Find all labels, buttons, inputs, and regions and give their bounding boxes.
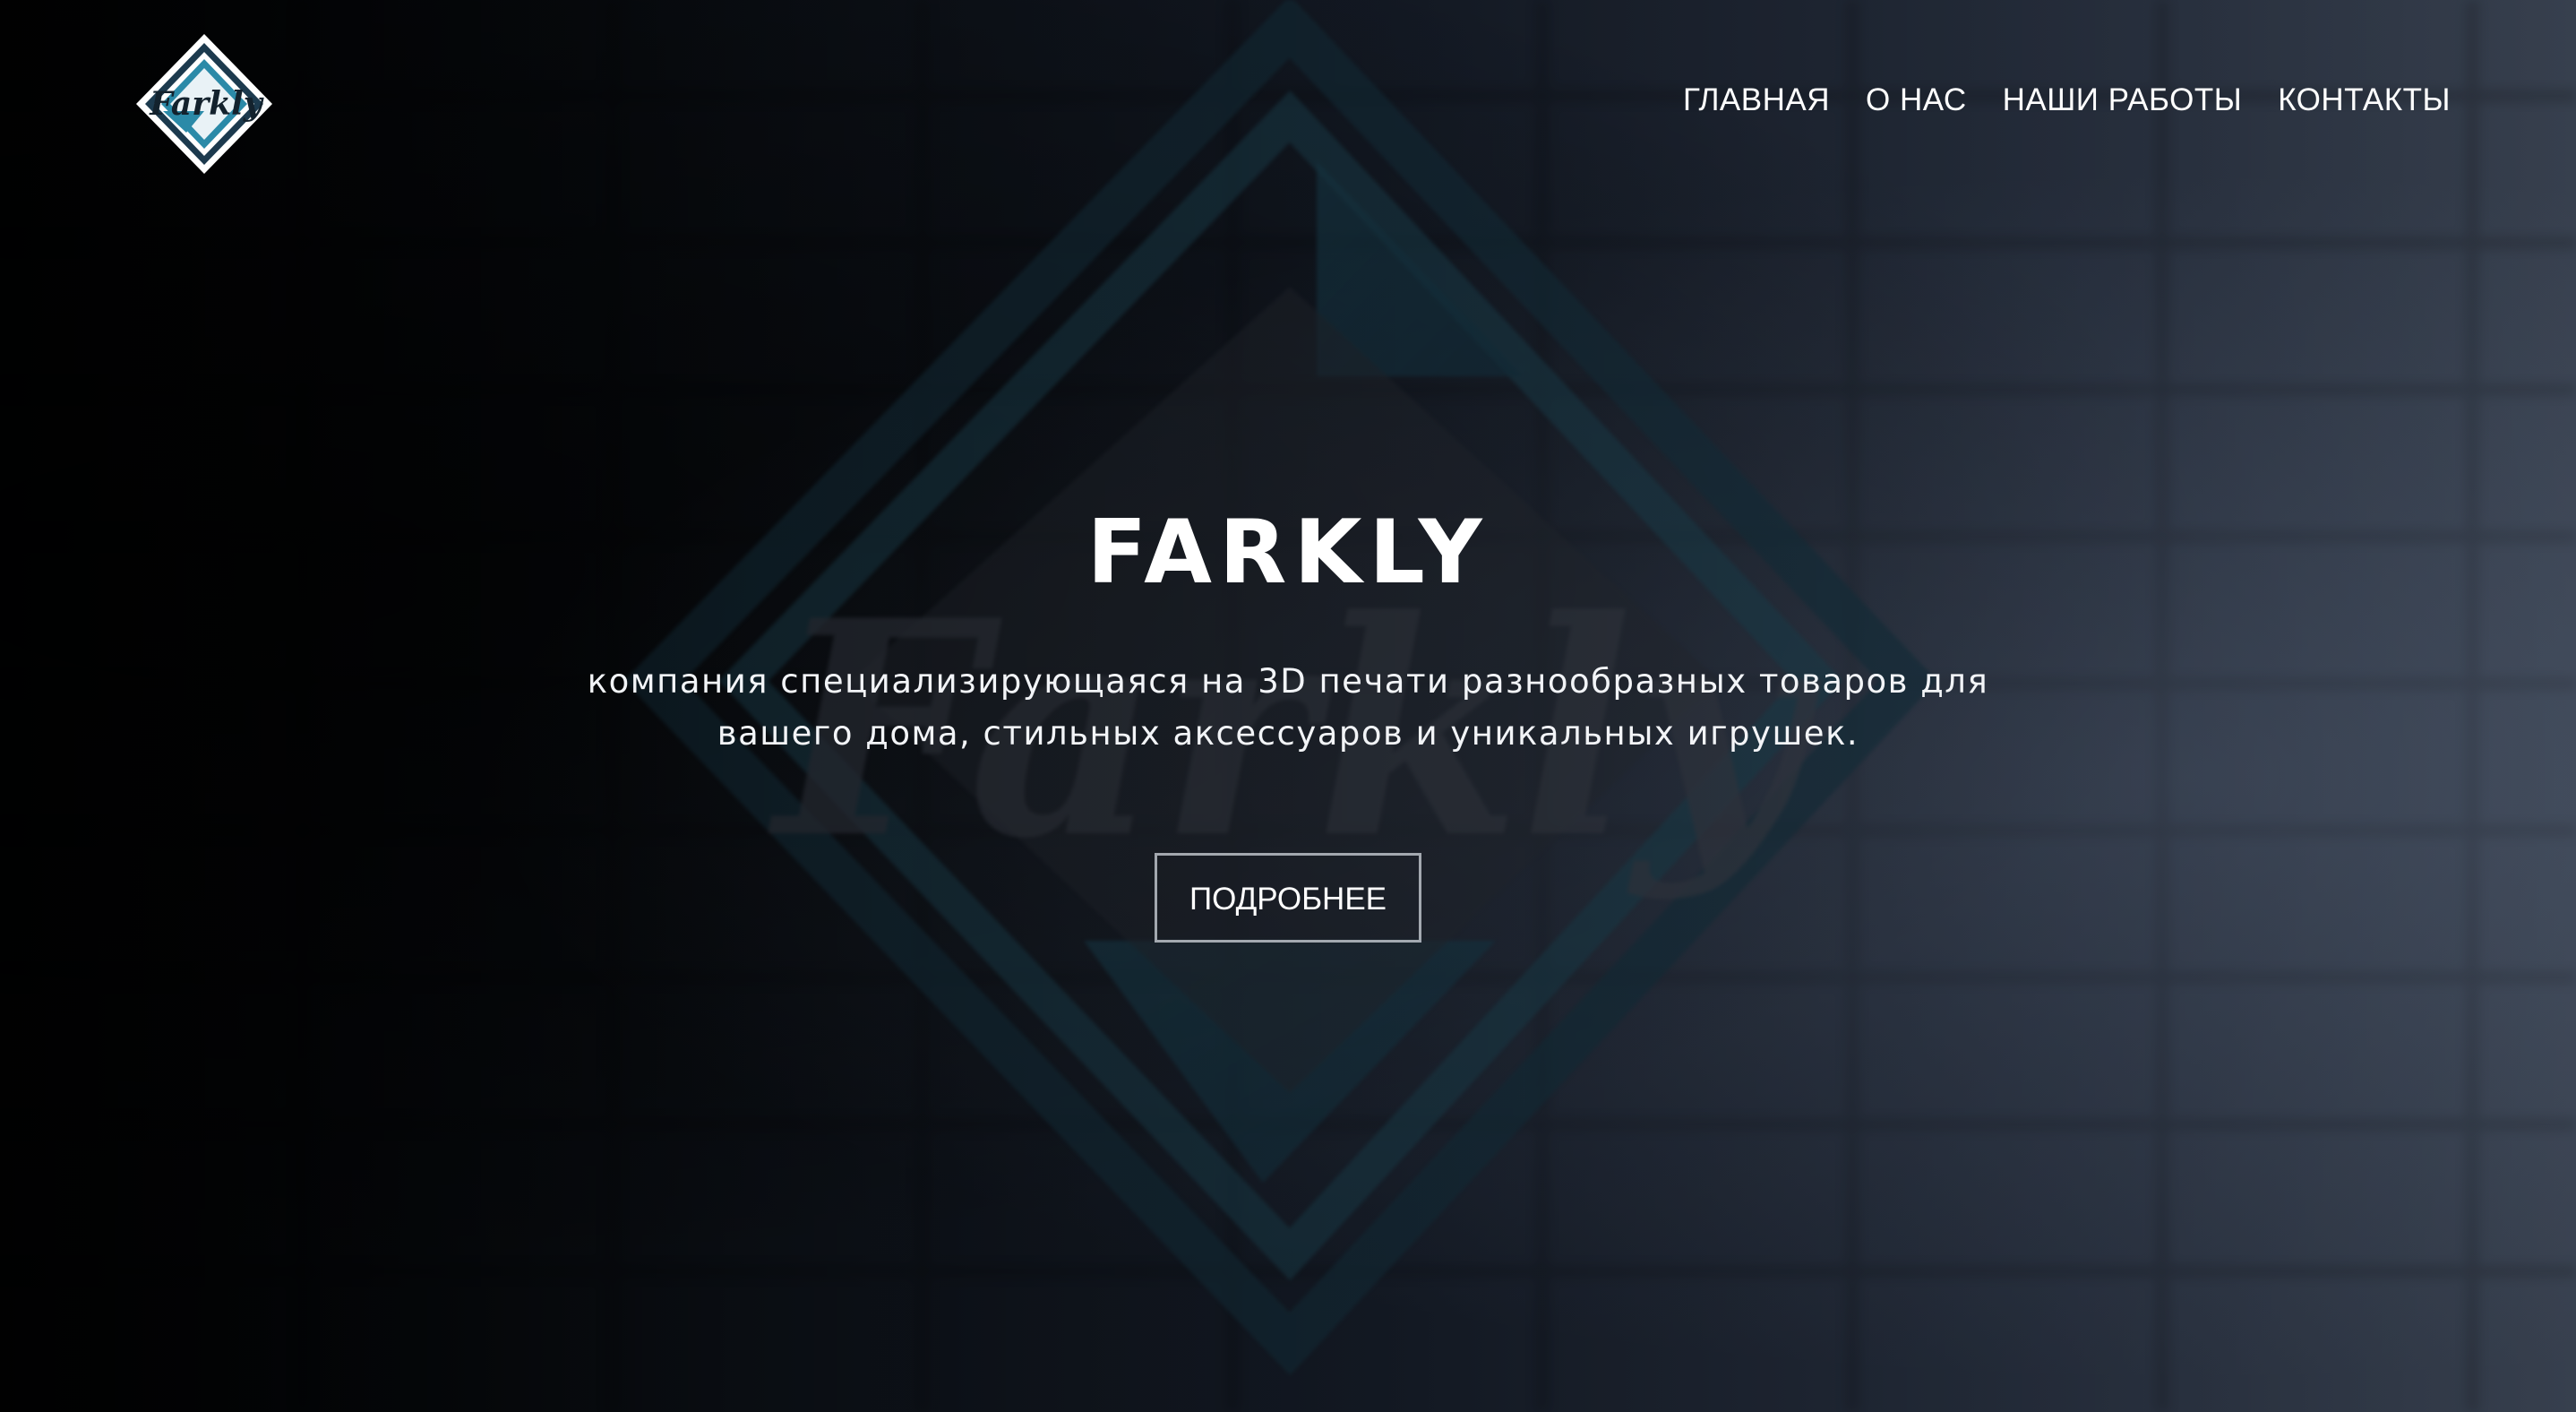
hero-content: FARKLY компания специализирующаяся на 3D… xyxy=(0,502,2576,943)
main-nav: ГЛАВНАЯ О НАС НАШИ РАБОТЫ КОНТАКТЫ xyxy=(1683,82,2451,118)
more-button[interactable]: ПОДРОБНЕЕ xyxy=(1155,853,1421,943)
hero-button-wrapper: ПОДРОБНЕЕ xyxy=(0,760,2576,943)
nav-link-home[interactable]: ГЛАВНАЯ xyxy=(1683,82,1830,118)
nav-link-about[interactable]: О НАС xyxy=(1866,82,1967,118)
nav-link-works[interactable]: НАШИ РАБОТЫ xyxy=(2003,82,2243,118)
svg-text:Farkly: Farkly xyxy=(149,85,264,123)
hero-description: компания специализирующаяся на 3D печати… xyxy=(587,662,1989,753)
hero-section: Farkly Farkly ГЛАВНАЯ О НАС НАШИ РАБОТЫ … xyxy=(0,0,2576,1412)
farkly-logo[interactable]: Farkly xyxy=(133,32,276,176)
hero-title: FARKLY xyxy=(1086,502,1490,604)
nav-link-contacts[interactable]: КОНТАКТЫ xyxy=(2278,82,2451,118)
